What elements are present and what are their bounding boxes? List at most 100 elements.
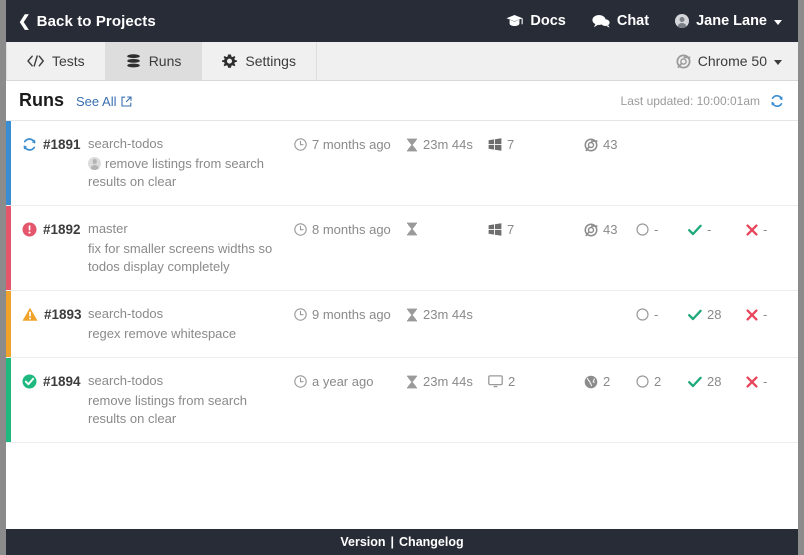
refresh-button[interactable] xyxy=(770,94,784,108)
run-os-label: 7 xyxy=(507,137,514,152)
top-navbar-actions: Docs Chat xyxy=(506,13,782,29)
run-commit-message: regex remove whitespace xyxy=(88,325,284,343)
run-info-cell: search-todos regex remove whitespace xyxy=(88,305,294,343)
run-status-bar xyxy=(6,291,11,357)
run-browser-cell xyxy=(584,305,636,307)
run-pending-label: 2 xyxy=(654,374,661,389)
run-duration-label: 23m 44s xyxy=(423,137,473,152)
top-navbar: ❮ Back to Projects Docs xyxy=(6,0,798,42)
see-all-label: See All xyxy=(76,94,116,109)
chevron-down-icon xyxy=(774,20,782,25)
version-link[interactable]: Version xyxy=(340,535,385,549)
chevron-down-icon xyxy=(774,60,782,65)
run-info-cell: search-todos remove listings from search … xyxy=(88,135,294,191)
database-stack-icon xyxy=(126,54,141,68)
run-passed-cell: - xyxy=(688,220,746,237)
user-menu-button[interactable]: Jane Lane xyxy=(675,13,782,29)
run-os-label: 2 xyxy=(508,374,515,389)
check-icon xyxy=(688,376,702,388)
error-circle-icon xyxy=(22,222,37,237)
back-to-projects-button[interactable]: ❮ Back to Projects xyxy=(18,13,156,30)
run-failed-cell xyxy=(746,135,792,137)
run-branch-label: search-todos xyxy=(88,135,284,153)
run-failed-label: - xyxy=(763,307,767,322)
run-failed-label: - xyxy=(763,222,767,237)
run-os-cell xyxy=(488,305,584,307)
run-row[interactable]: #1894 search-todos remove listings from se… xyxy=(6,358,798,443)
tabs-list: Tests Runs xyxy=(6,42,317,80)
run-id-label: #1893 xyxy=(44,307,82,322)
run-id-label: #1891 xyxy=(43,137,81,152)
footer-separator: | xyxy=(391,535,395,549)
run-commit-message: remove listings from search results on c… xyxy=(88,392,284,428)
run-row[interactable]: #1893 search-todos regex remove whitespace… xyxy=(6,291,798,358)
run-os-cell: 7 xyxy=(488,220,584,237)
run-info-cell: master fix for smaller screens widths so … xyxy=(88,220,294,276)
refresh-circle-icon xyxy=(22,137,37,152)
chat-bubble-icon xyxy=(592,14,610,28)
windows-icon xyxy=(488,223,502,236)
hourglass-icon xyxy=(406,308,418,322)
run-passed-cell xyxy=(688,135,746,137)
run-pending-cell xyxy=(636,135,688,137)
run-row[interactable]: #1891 search-todos remove listings from se… xyxy=(6,121,798,206)
run-pending-label: - xyxy=(654,222,658,237)
run-id-label: #1892 xyxy=(43,222,81,237)
refresh-icon xyxy=(770,94,784,108)
run-browser-label: 43 xyxy=(603,222,617,237)
run-row[interactable]: #1892 master fix for smaller screens width… xyxy=(6,206,798,291)
circle-outline-icon xyxy=(636,223,649,236)
browser-selector[interactable]: Chrome 50 xyxy=(660,42,798,80)
browser-selector-label: Chrome 50 xyxy=(698,53,767,69)
run-passed-cell: 28 xyxy=(688,305,746,322)
run-time-label: a year ago xyxy=(312,374,373,389)
hourglass-icon xyxy=(406,375,418,389)
run-time-cell: 9 months ago xyxy=(294,305,406,322)
tab-settings[interactable]: Settings xyxy=(202,42,317,80)
page-title: Runs xyxy=(19,90,64,111)
hourglass-icon xyxy=(406,138,418,152)
tab-tests[interactable]: Tests xyxy=(6,42,106,80)
x-icon xyxy=(746,309,758,321)
avatar-icon xyxy=(88,157,101,170)
run-id-label: #1894 xyxy=(43,374,81,389)
run-commit-message: fix for smaller screens widths so todos … xyxy=(88,240,284,276)
run-passed-cell: 28 xyxy=(688,372,746,389)
run-commit-label: fix for smaller screens widths so todos … xyxy=(88,241,272,274)
runs-header-right: Last updated: 10:00:01am xyxy=(621,94,784,108)
last-updated-label: Last updated: 10:00:01am xyxy=(621,94,760,108)
run-pending-cell: - xyxy=(636,220,688,237)
run-branch-label: search-todos xyxy=(88,372,284,390)
run-duration-cell: 23m 44s xyxy=(406,135,488,152)
run-browser-label: 2 xyxy=(603,374,610,389)
run-time-label: 9 months ago xyxy=(312,307,391,322)
changelog-link[interactable]: Changelog xyxy=(399,535,464,549)
gear-icon xyxy=(222,54,237,69)
run-browser-label: 43 xyxy=(603,137,617,152)
run-duration-label: 23m 44s xyxy=(423,374,473,389)
run-passed-label: - xyxy=(707,222,711,237)
run-browser-cell: 43 xyxy=(584,220,636,237)
code-brackets-icon xyxy=(27,55,44,67)
chat-button[interactable]: Chat xyxy=(592,13,649,29)
x-icon xyxy=(746,224,758,236)
run-commit-label: remove listings from search results on c… xyxy=(88,393,247,426)
back-to-projects-label: Back to Projects xyxy=(37,13,156,30)
see-all-link[interactable]: See All xyxy=(76,94,132,109)
run-info-cell: search-todos remove listings from search … xyxy=(88,372,294,428)
run-id-cell: #1893 xyxy=(6,305,88,322)
run-commit-message: remove listings from search results on c… xyxy=(88,155,284,191)
tab-runs[interactable]: Runs xyxy=(106,42,203,80)
run-id-cell: #1894 xyxy=(6,372,88,389)
run-status-bar xyxy=(6,358,11,442)
run-branch-label: master xyxy=(88,220,284,238)
footer-bar: Version | Changelog xyxy=(6,529,798,555)
warning-triangle-icon xyxy=(22,307,38,322)
run-branch-label: search-todos xyxy=(88,305,284,323)
tabs-bar: Tests Runs xyxy=(6,42,798,81)
run-failed-cell: - xyxy=(746,372,792,389)
docs-button[interactable]: Docs xyxy=(506,13,565,29)
app-window: ❮ Back to Projects Docs xyxy=(6,0,798,555)
desktop-icon xyxy=(488,375,503,388)
chrome-icon xyxy=(584,223,598,237)
